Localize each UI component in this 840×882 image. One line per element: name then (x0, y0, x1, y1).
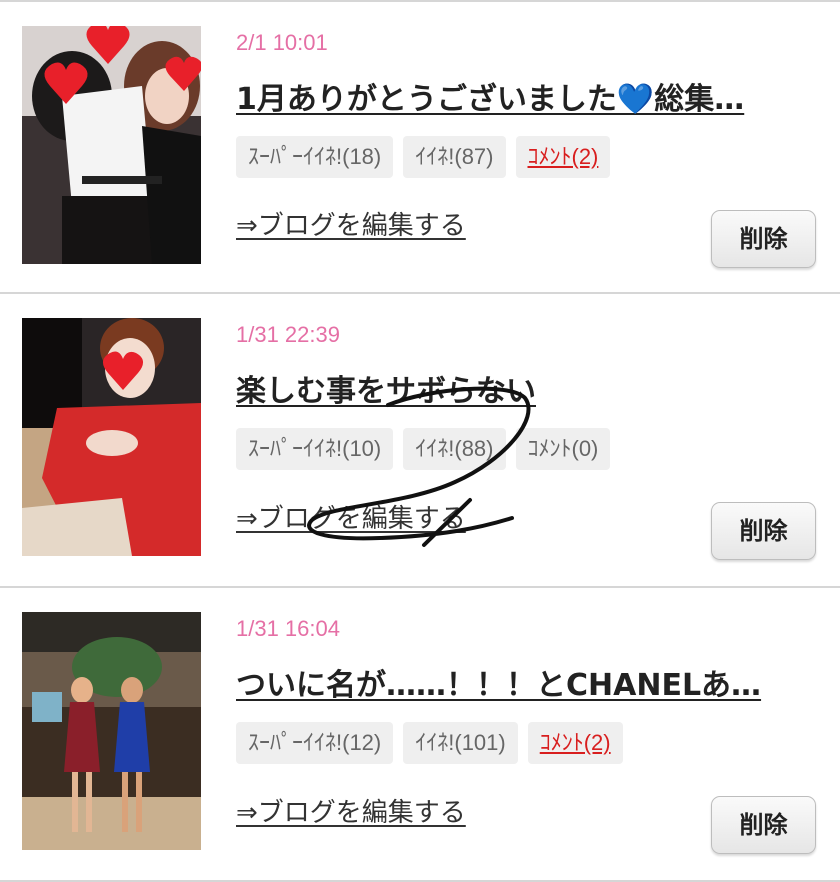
edit-blog-link[interactable]: ⇒ブログを編集する (236, 498, 466, 535)
photo-image (22, 318, 201, 556)
like-count: ｲｲﾈ!(101) (403, 722, 518, 764)
edit-blog-link[interactable]: ⇒ブログを編集する (236, 205, 466, 242)
delete-button[interactable]: 削除 (711, 796, 816, 854)
comment-count-link[interactable]: ｺﾒﾝﾄ(2) (515, 136, 611, 178)
blog-post-item: 1/31 16:04 ついに名が……！！！とCHANELあ… ｽｰﾊﾟｰｲｲﾈ!… (0, 590, 840, 882)
photo-image (22, 26, 201, 264)
super-like-count: ｽｰﾊﾟｰｲｲﾈ!(12) (236, 722, 394, 764)
reaction-badges: ｽｰﾊﾟｰｲｲﾈ!(10) ｲｲﾈ!(88) ｺﾒﾝﾄ(0) (236, 428, 611, 470)
like-count: ｲｲﾈ!(88) (403, 428, 506, 470)
delete-button[interactable]: 削除 (711, 210, 816, 268)
post-title-link[interactable]: 楽しむ事をサボらない (236, 366, 816, 410)
post-title-link[interactable]: ついに名が……！！！とCHANELあ… (236, 660, 816, 704)
comment-count-link[interactable]: ｺﾒﾝﾄ(2) (527, 722, 623, 764)
post-thumbnail-photo[interactable] (22, 318, 201, 556)
super-like-count: ｽｰﾊﾟｰｲｲﾈ!(18) (236, 136, 394, 178)
super-like-count: ｽｰﾊﾟｰｲｲﾈ!(10) (236, 428, 394, 470)
post-date: 1/31 22:39 (236, 322, 340, 347)
post-date: 2/1 10:01 (236, 30, 328, 55)
like-count: ｲｲﾈ!(87) (403, 136, 506, 178)
post-date: 1/31 16:04 (236, 616, 340, 641)
post-thumbnail-photo[interactable] (22, 26, 201, 264)
photo-image (22, 612, 201, 850)
edit-blog-link[interactable]: ⇒ブログを編集する (236, 792, 466, 829)
delete-button[interactable]: 削除 (711, 502, 816, 560)
reaction-badges: ｽｰﾊﾟｰｲｲﾈ!(12) ｲｲﾈ!(101) ｺﾒﾝﾄ(2) (236, 722, 623, 764)
comment-count: ｺﾒﾝﾄ(0) (515, 428, 611, 470)
blog-post-item: 2/1 10:01 1月ありがとうございました💙総集… ｽｰﾊﾟｰｲｲﾈ!(18… (0, 2, 840, 294)
post-title-link[interactable]: 1月ありがとうございました💙総集… (236, 74, 816, 118)
blog-post-item: 1/31 22:39 楽しむ事をサボらない ｽｰﾊﾟｰｲｲﾈ!(10) ｲｲﾈ!… (0, 296, 840, 588)
post-thumbnail-photo[interactable] (22, 612, 201, 850)
reaction-badges: ｽｰﾊﾟｰｲｲﾈ!(18) ｲｲﾈ!(87) ｺﾒﾝﾄ(2) (236, 136, 611, 178)
